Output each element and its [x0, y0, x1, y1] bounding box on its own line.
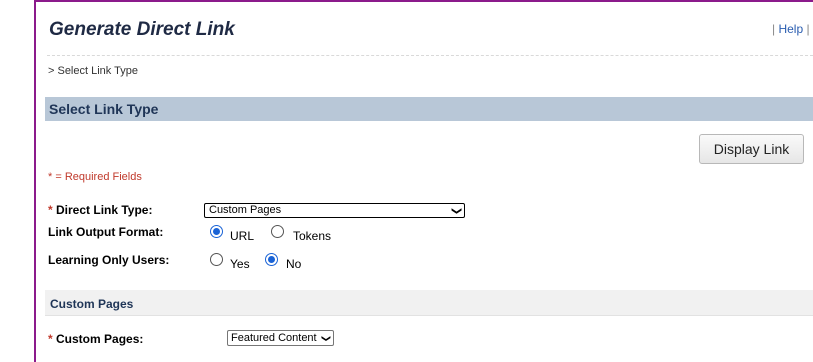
breadcrumb: > Select Link Type [48, 65, 138, 77]
link-output-format-tokens-label: Tokens [293, 229, 332, 243]
direct-link-type-label: * Direct Link Type: [48, 203, 152, 217]
learning-only-users-yes-radio[interactable] [210, 253, 223, 266]
sub-section-title: Custom Pages [50, 297, 134, 311]
help-links: | Help | [772, 22, 810, 36]
window-border-left [34, 0, 36, 362]
direct-link-type-value: Custom Pages [209, 204, 282, 216]
link-output-format-url-label: URL [230, 229, 255, 243]
learning-only-users-yes-label: Yes [230, 257, 250, 271]
required-marker: * [48, 332, 53, 346]
page-title: Generate Direct Link [49, 19, 235, 40]
section-title: Select Link Type [49, 101, 159, 117]
section-header-custom-pages: Custom Pages [45, 290, 813, 316]
help-link[interactable]: Help [778, 22, 803, 36]
required-marker: * [48, 203, 53, 217]
learning-only-users-label: Learning Only Users: [48, 253, 170, 267]
custom-pages-value: Featured Content [231, 332, 317, 344]
display-link-button[interactable]: Display Link [699, 134, 804, 164]
link-output-format-label: Link Output Format: [48, 225, 164, 239]
title-divider [47, 55, 813, 56]
custom-pages-label: * Custom Pages: [48, 332, 143, 346]
learning-only-users-no-radio[interactable] [265, 253, 278, 266]
window-border-top [34, 0, 813, 2]
direct-link-type-label-text: Direct Link Type: [56, 203, 153, 217]
chevron-down-icon: ❯ [321, 334, 332, 343]
separator: | [803, 22, 810, 36]
learning-only-users-no-label: No [286, 257, 302, 271]
direct-link-type-select[interactable]: Custom Pages ❯ [204, 203, 465, 218]
required-fields-note: * = Required Fields [48, 171, 142, 183]
link-output-format-url-radio[interactable] [210, 225, 223, 238]
chevron-down-icon: ❯ [450, 206, 462, 216]
link-output-format-tokens-radio[interactable] [271, 225, 284, 238]
custom-pages-label-text: Custom Pages: [56, 332, 144, 346]
section-header-select-link-type: Select Link Type [45, 97, 813, 121]
custom-pages-select[interactable]: Featured Content ❯ [227, 330, 334, 346]
